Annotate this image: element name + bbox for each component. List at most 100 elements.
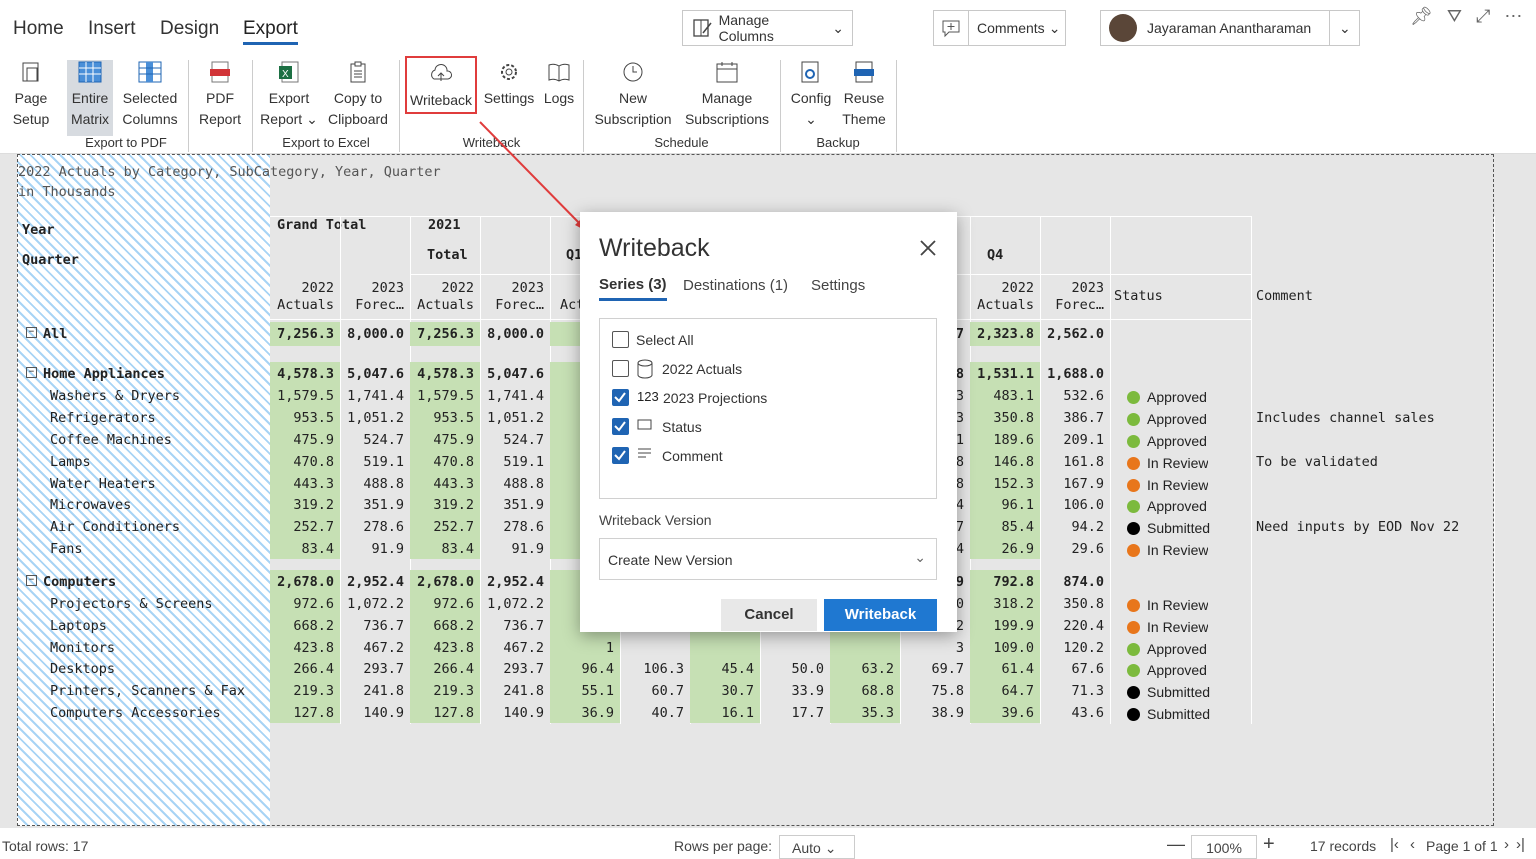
series-item-label[interactable]: Status <box>662 419 702 435</box>
value-cell[interactable]: 266.4 <box>270 657 340 679</box>
collapse-icon[interactable]: − <box>26 575 37 586</box>
value-cell[interactable]: 43.6 <box>1040 701 1110 723</box>
value-cell[interactable]: 4,578.3 <box>410 362 480 386</box>
value-cell[interactable]: 252.7 <box>270 515 340 537</box>
value-cell[interactable]: 1,741.4 <box>340 384 410 406</box>
value-cell[interactable]: 5,047.6 <box>340 362 410 386</box>
writeback-submit-button[interactable]: Writeback <box>824 599 937 631</box>
status-badge[interactable]: In Review <box>1127 455 1208 471</box>
status-badge[interactable]: In Review <box>1127 597 1208 613</box>
close-icon[interactable] <box>920 240 936 256</box>
status-badge[interactable]: Approved <box>1127 498 1207 514</box>
value-cell[interactable]: 443.3 <box>410 472 480 494</box>
pdf-report-button[interactable]: PDF Report <box>196 60 244 130</box>
value-cell[interactable]: 7,256.3 <box>270 322 340 346</box>
value-cell[interactable]: 16.1 <box>690 701 760 723</box>
value-cell[interactable]: 69.7 <box>900 657 970 679</box>
value-cell[interactable]: 71.3 <box>1040 679 1110 701</box>
pin-icon[interactable]: 📌︎ <box>1410 6 1433 27</box>
new-subscription-button[interactable]: New Subscription <box>590 60 676 130</box>
value-cell[interactable]: 488.8 <box>340 472 410 494</box>
value-cell[interactable]: 91.9 <box>480 537 550 559</box>
value-cell[interactable]: 1,051.2 <box>480 406 550 428</box>
value-cell[interactable] <box>620 636 690 658</box>
status-badge[interactable]: Submitted <box>1127 706 1210 722</box>
value-cell[interactable]: 60.7 <box>620 679 690 701</box>
value-cell[interactable]: 483.1 <box>970 384 1040 406</box>
value-cell[interactable]: 1 <box>550 636 620 658</box>
value-cell[interactable]: 443.3 <box>270 472 340 494</box>
value-cell[interactable]: 85.4 <box>970 515 1040 537</box>
export-report-button[interactable]: X Export Report ⌄ <box>260 60 318 130</box>
value-cell[interactable]: 351.9 <box>340 493 410 515</box>
zoom-level[interactable]: 100% <box>1191 835 1257 859</box>
value-cell[interactable]: 972.6 <box>270 592 340 614</box>
writeback-version-select[interactable]: Create New Version ⌄ <box>599 538 937 580</box>
page-setup-button[interactable]: Page Setup <box>8 60 54 130</box>
value-cell[interactable]: 39.6 <box>970 701 1040 723</box>
value-cell[interactable]: 467.2 <box>480 636 550 658</box>
cancel-button[interactable]: Cancel <box>721 599 817 631</box>
value-cell[interactable]: 792.8 <box>970 570 1040 594</box>
value-cell[interactable]: 318.2 <box>970 592 1040 614</box>
value-cell[interactable]: 33.9 <box>760 679 830 701</box>
value-cell[interactable]: 1,741.4 <box>480 384 550 406</box>
tab-destinations[interactable]: Destinations (1) <box>683 277 788 294</box>
tab-insert[interactable]: Insert <box>88 18 136 40</box>
reuse-theme-button[interactable]: Reuse Theme <box>840 60 888 130</box>
entire-matrix-button[interactable]: Entire Matrix <box>67 60 113 136</box>
value-cell[interactable] <box>760 636 830 658</box>
value-cell[interactable]: 293.7 <box>340 657 410 679</box>
status-badge[interactable]: Approved <box>1127 389 1207 405</box>
value-cell[interactable]: 319.2 <box>270 493 340 515</box>
value-cell[interactable]: 64.7 <box>970 679 1040 701</box>
comment-cell[interactable]: To be validated <box>1256 454 1378 470</box>
value-cell[interactable]: 532.6 <box>1040 384 1110 406</box>
value-cell[interactable]: 668.2 <box>410 614 480 636</box>
value-cell[interactable]: 241.8 <box>480 679 550 701</box>
value-cell[interactable]: 519.1 <box>340 450 410 472</box>
value-cell[interactable]: 127.8 <box>270 701 340 723</box>
value-cell[interactable]: 953.5 <box>270 406 340 428</box>
value-cell[interactable]: 219.3 <box>270 679 340 701</box>
value-cell[interactable]: 475.9 <box>410 428 480 450</box>
value-cell[interactable]: 241.8 <box>340 679 410 701</box>
value-cell[interactable]: 30.7 <box>690 679 760 701</box>
tab-home[interactable]: Home <box>13 18 64 40</box>
value-cell[interactable]: 140.9 <box>480 701 550 723</box>
series-item-label[interactable]: 2022 Actuals <box>662 361 742 377</box>
copy-to-clipboard-button[interactable]: Copy to Clipboard <box>324 60 392 130</box>
value-cell[interactable]: 470.8 <box>270 450 340 472</box>
manage-columns-button[interactable]: Manage Columns ⌄ <box>682 10 853 46</box>
value-cell[interactable]: 350.8 <box>1040 592 1110 614</box>
value-cell[interactable]: 106.3 <box>620 657 690 679</box>
logs-button[interactable]: Logs <box>540 60 578 109</box>
add-comment-button[interactable] <box>933 10 969 46</box>
value-cell[interactable]: 293.7 <box>480 657 550 679</box>
prev-page-icon[interactable]: ‹ <box>1410 836 1415 853</box>
value-cell[interactable]: 423.8 <box>270 636 340 658</box>
focus-mode-icon[interactable]: ⤢ <box>1476 6 1490 27</box>
value-cell[interactable]: 2,562.0 <box>1040 322 1110 346</box>
status-badge[interactable]: In Review <box>1127 477 1208 493</box>
value-cell[interactable]: 1,072.2 <box>340 592 410 614</box>
value-cell[interactable]: 26.9 <box>970 537 1040 559</box>
value-cell[interactable]: 668.2 <box>270 614 340 636</box>
value-cell[interactable]: 36.9 <box>550 701 620 723</box>
value-cell[interactable]: 140.9 <box>340 701 410 723</box>
value-cell[interactable]: 2,323.8 <box>970 322 1040 346</box>
value-cell[interactable]: 470.8 <box>410 450 480 472</box>
comments-dropdown[interactable]: Comments ⌄ <box>968 10 1066 46</box>
settings-button[interactable]: Settings <box>482 60 536 109</box>
value-cell[interactable]: 2,678.0 <box>410 570 480 594</box>
collapse-icon[interactable]: − <box>26 367 37 378</box>
value-cell[interactable]: 40.7 <box>620 701 690 723</box>
value-cell[interactable]: 96.1 <box>970 493 1040 515</box>
value-cell[interactable]: 736.7 <box>480 614 550 636</box>
value-cell[interactable]: 1,579.5 <box>270 384 340 406</box>
status-badge[interactable]: Submitted <box>1127 520 1210 536</box>
value-cell[interactable]: 45.4 <box>690 657 760 679</box>
series-item-label[interactable]: 2023 Projections <box>663 390 767 406</box>
manage-subscriptions-button[interactable]: Manage Subscriptions <box>682 60 772 130</box>
value-cell[interactable]: 475.9 <box>270 428 340 450</box>
